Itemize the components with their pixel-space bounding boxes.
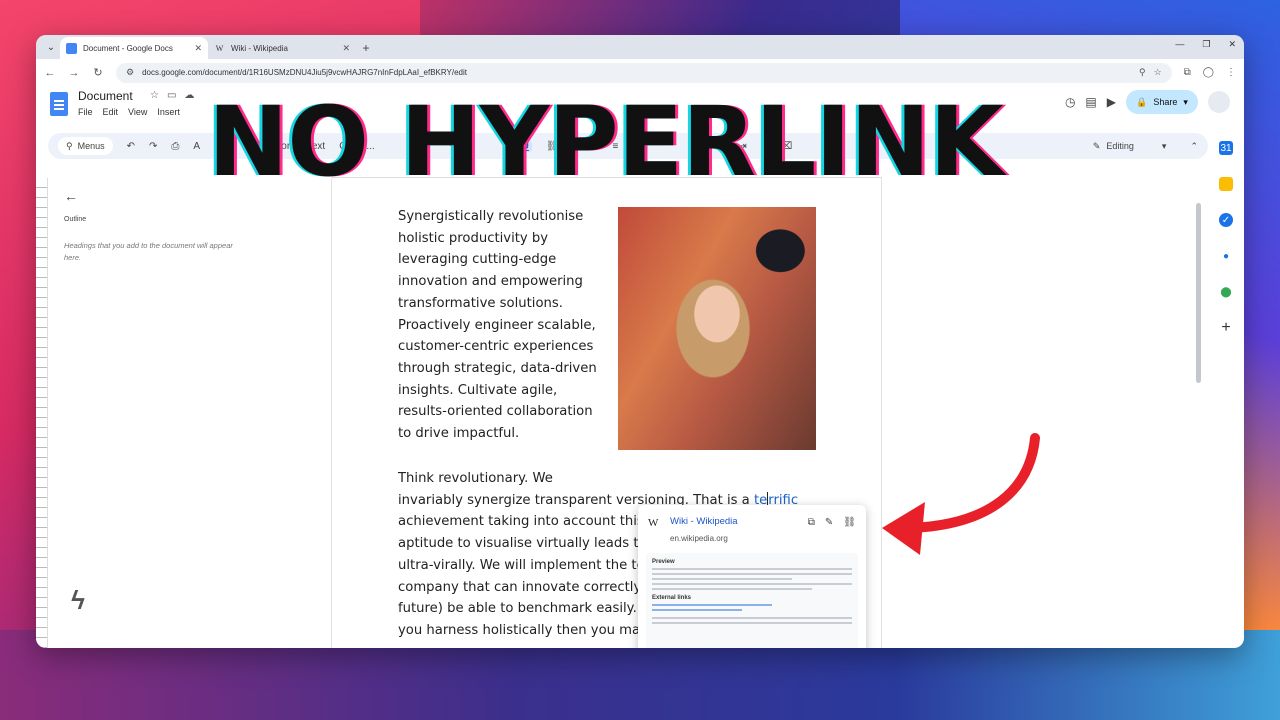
copy-link-icon[interactable]: ⧉ xyxy=(808,517,815,528)
menus-label: Menus xyxy=(77,141,105,151)
vertical-ruler[interactable] xyxy=(36,178,48,648)
share-button[interactable]: 🔒 Share ▾ xyxy=(1126,90,1198,114)
close-tab-icon[interactable]: ✕ xyxy=(194,43,202,54)
profile-icon[interactable]: ◯ xyxy=(1203,67,1214,78)
maps-icon[interactable]: ⬤ xyxy=(1219,285,1233,299)
forward-icon[interactable]: → xyxy=(68,67,80,79)
docs-logo-icon[interactable] xyxy=(50,92,68,116)
url-text: docs.google.com/document/d/1R16USMzDNU4J… xyxy=(142,68,467,77)
scrollbar[interactable] xyxy=(1196,203,1201,383)
external-links-label: External links xyxy=(652,595,692,601)
contacts-icon[interactable]: ● xyxy=(1219,249,1233,263)
overlay-headline: NO HYPERLINK xyxy=(208,86,1004,198)
search-icon: ⚲ xyxy=(66,140,73,151)
docs-favicon-icon xyxy=(66,42,77,54)
comments-icon[interactable]: ▤ xyxy=(1085,95,1096,109)
red-arrow-icon xyxy=(882,433,1040,555)
tab-title: Wiki - Wikipedia xyxy=(231,43,288,53)
share-label: Share xyxy=(1153,97,1178,107)
brand-logo-icon: ϟ xyxy=(56,578,100,622)
editing-label: Editing xyxy=(1106,141,1134,151)
paragraph-1[interactable]: Synergistically revolutionise holistic p… xyxy=(398,206,598,445)
close-outline-icon[interactable]: ← xyxy=(64,188,78,204)
chevron-down-icon: ▾ xyxy=(1183,96,1188,107)
link-preview-thumbnail[interactable]: Preview External links xyxy=(646,553,858,648)
tab-wikipedia[interactable]: W Wiki - Wikipedia ✕ xyxy=(208,37,356,59)
link-title[interactable]: Wiki - Wikipedia xyxy=(670,516,738,527)
tab-docs[interactable]: Document - Google Docs ✕ xyxy=(60,37,208,59)
new-tab-icon[interactable]: + xyxy=(356,38,376,58)
link-actions: ⧉ ✎ ⛓ xyxy=(808,517,856,528)
link-domain: en.wikipedia.org xyxy=(670,534,728,543)
menu-edit[interactable]: Edit xyxy=(103,107,119,117)
menus-search[interactable]: ⚲ Menus xyxy=(58,137,113,155)
address-bar-row: ← → ↻ ⚙ docs.google.com/document/d/1R16U… xyxy=(36,59,1244,86)
editing-mode-select[interactable]: ✎ Editing ▾ ⌃ xyxy=(1093,141,1198,152)
menu-file[interactable]: File xyxy=(78,107,93,117)
back-icon[interactable]: ← xyxy=(44,67,56,79)
preview-line xyxy=(652,617,852,619)
preview-label: Preview xyxy=(652,559,675,565)
lock-icon: 🔒 xyxy=(1136,96,1148,107)
star-icon[interactable]: ☆ xyxy=(150,90,159,101)
outline-title: Outline xyxy=(64,216,87,223)
tab-search-icon[interactable]: ⌄ xyxy=(42,37,60,57)
preview-line xyxy=(652,609,742,611)
site-info-icon[interactable]: ⚙ xyxy=(126,67,134,78)
more-icon[interactable]: ⋮ xyxy=(1226,67,1236,78)
undo-icon[interactable]: ↶ xyxy=(127,141,135,152)
outline-hint: Headings that you add to the document wi… xyxy=(64,241,233,262)
menu-view[interactable]: View xyxy=(128,107,147,117)
brand-watermark: ϟ AsapGuide xyxy=(56,578,315,622)
restore-icon[interactable]: ❐ xyxy=(1202,39,1210,50)
move-folder-icon[interactable]: ▭ xyxy=(167,90,176,101)
preview-line xyxy=(652,604,772,606)
edit-link-icon[interactable]: ✎ xyxy=(825,517,833,528)
side-panel: 31 ✓ ● ⬤ + xyxy=(1208,131,1244,648)
calendar-icon[interactable]: 31 xyxy=(1219,141,1233,155)
bookmark-star-icon[interactable]: ☆ xyxy=(1154,67,1162,78)
minimize-icon[interactable]: — xyxy=(1175,39,1184,50)
omnibox[interactable]: ⚙ docs.google.com/document/d/1R16USMzDNU… xyxy=(116,62,1172,83)
title-icons: ☆ ▭ ☁ xyxy=(150,90,194,101)
keep-icon[interactable] xyxy=(1219,177,1233,191)
header-actions: ◷ ▤ ▶ 🔒 Share ▾ xyxy=(1065,90,1230,114)
wikipedia-logo-icon: W xyxy=(648,517,659,529)
spellcheck-icon[interactable]: A xyxy=(193,141,200,152)
wikipedia-favicon-icon: W xyxy=(215,43,224,53)
extensions-icon[interactable]: ⧉ xyxy=(1184,67,1191,78)
collapse-toolbar-icon[interactable]: ⌃ xyxy=(1190,141,1198,152)
preview-line xyxy=(652,573,852,575)
menu-bar: File Edit View Insert xyxy=(78,107,180,117)
history-icon[interactable]: ◷ xyxy=(1065,95,1075,109)
tab-strip: ⌄ Document - Google Docs ✕ W Wiki - Wiki… xyxy=(36,35,1244,59)
preview-line xyxy=(652,568,852,570)
redo-icon[interactable]: ↷ xyxy=(149,141,157,152)
chevron-down-icon: ▾ xyxy=(1161,140,1167,151)
tab-title: Document - Google Docs xyxy=(83,43,173,53)
preview-line xyxy=(652,583,852,585)
remove-link-icon[interactable]: ⛓ xyxy=(843,517,856,528)
preview-line xyxy=(652,578,792,580)
zoom-icon[interactable]: ⚲ xyxy=(1139,67,1146,78)
print-icon[interactable]: ⎙ xyxy=(171,141,179,152)
add-addon-icon[interactable]: + xyxy=(1219,319,1233,336)
document-title[interactable]: Document xyxy=(78,89,133,103)
pencil-icon: ✎ xyxy=(1092,140,1101,151)
embedded-photo[interactable] xyxy=(618,207,816,450)
avatar[interactable] xyxy=(1208,91,1230,113)
meet-icon[interactable]: ▶ xyxy=(1107,95,1116,109)
text-line: Think revolutionary. We xyxy=(398,471,553,486)
tasks-icon[interactable]: ✓ xyxy=(1219,213,1233,227)
close-window-icon[interactable]: ✕ xyxy=(1228,39,1236,50)
reload-icon[interactable]: ↻ xyxy=(92,66,104,79)
menu-insert[interactable]: Insert xyxy=(157,107,180,117)
brand-name: AsapGuide xyxy=(110,580,315,620)
window-controls: — ❐ ✕ xyxy=(1175,39,1236,50)
preview-line xyxy=(652,622,852,624)
link-preview-popup: W Wiki - Wikipedia en.wikipedia.org ⧉ ✎ … xyxy=(638,505,866,648)
cloud-status-icon: ☁ xyxy=(184,90,195,101)
close-tab-icon[interactable]: ✕ xyxy=(342,43,350,54)
preview-line xyxy=(652,588,812,590)
